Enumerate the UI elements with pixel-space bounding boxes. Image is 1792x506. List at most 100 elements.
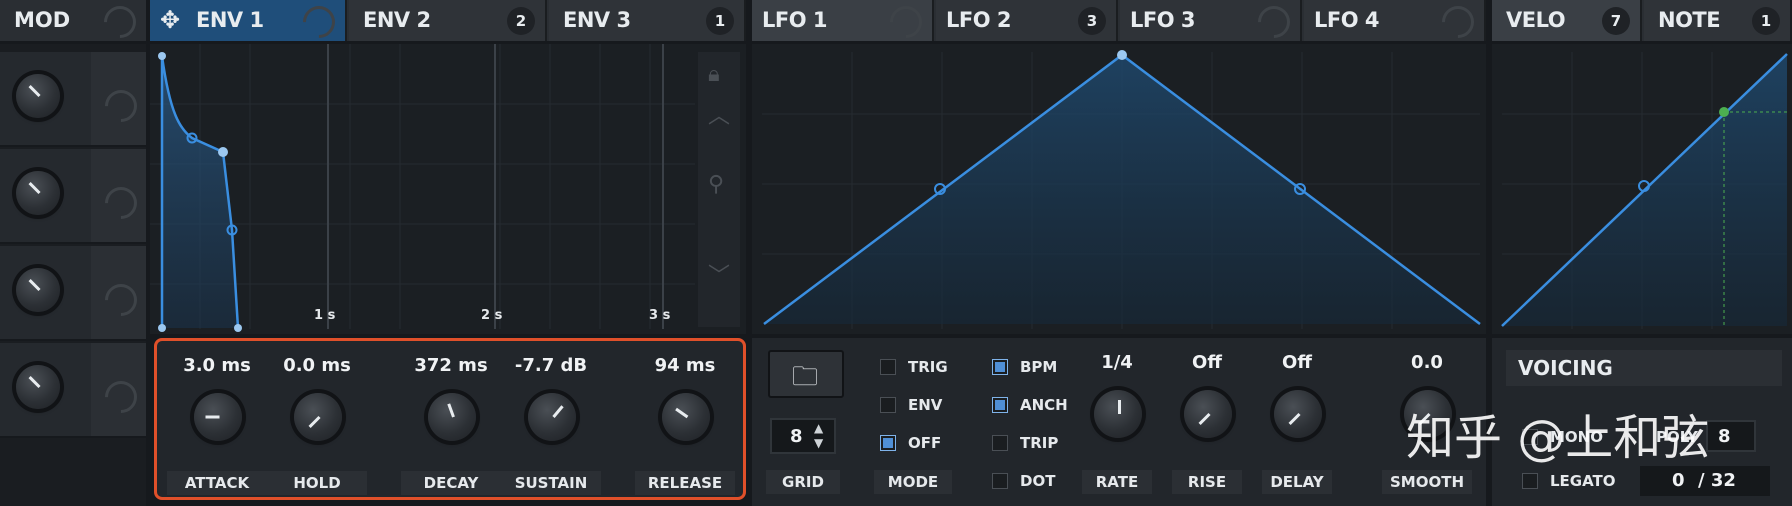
tab-lfo-1[interactable]: LFO 1 [752, 0, 934, 45]
tab-label: LFO 4 [1314, 8, 1380, 32]
tab-env-3[interactable]: ENV 3 1 [549, 0, 746, 41]
voice-count-display: 0 / 32 [1640, 466, 1770, 496]
env-checkbox[interactable] [880, 397, 896, 413]
release-knob[interactable] [662, 393, 710, 441]
off-checkbox[interactable] [880, 435, 896, 451]
hold-value: 0.0 ms [283, 355, 351, 376]
tab-label: ENV 2 [363, 8, 431, 32]
sustain-knob[interactable] [528, 393, 576, 441]
mod-target[interactable] [91, 149, 146, 242]
zoom-icon[interactable]: ⚲ [708, 172, 724, 197]
chevron-up-icon[interactable]: ︿ [708, 98, 730, 130]
hold-knob[interactable] [294, 393, 342, 441]
mod-knob[interactable] [16, 74, 60, 118]
lfo-graph[interactable] [752, 44, 1486, 334]
dot-label: DOT [1020, 472, 1056, 490]
tab-note[interactable]: NOTE 1 [1644, 0, 1792, 41]
decay-knob[interactable] [428, 393, 476, 441]
trig-checkbox[interactable] [880, 359, 896, 375]
velo-tabbar: VELO 7 NOTE 1 [1492, 0, 1792, 41]
voice-count: 0 [1672, 470, 1685, 491]
move-icon[interactable]: ✥ [160, 6, 180, 34]
trip-checkbox[interactable] [992, 435, 1008, 451]
rise-knob[interactable] [1184, 390, 1232, 438]
tab-lfo-2[interactable]: LFO 2 3 [936, 0, 1118, 41]
mod-slot[interactable] [0, 246, 146, 341]
tab-badge: 2 [507, 7, 535, 35]
poly-stepper[interactable]: 8 [1706, 420, 1756, 452]
mode-label: MODE [874, 470, 952, 494]
folder-icon: 🗀 [792, 362, 819, 392]
smooth-label: SMOOTH [1382, 470, 1472, 494]
mod-header: MOD [0, 0, 146, 45]
watermark: 知乎 @上和弦 [1406, 410, 1710, 466]
ring-icon [1251, 0, 1297, 45]
mod-target[interactable] [91, 52, 146, 145]
time-label: 1 s [314, 308, 336, 323]
mod-slots [0, 44, 146, 506]
tab-label: VELO [1506, 8, 1566, 32]
mod-slot[interactable] [0, 149, 146, 244]
anch-label: ANCH [1020, 396, 1068, 414]
tab-velo[interactable]: VELO 7 [1492, 0, 1642, 41]
release-value: 94 ms [654, 355, 716, 376]
decay-value: 372 ms [414, 355, 488, 376]
tab-badge: 1 [706, 7, 734, 35]
stepper-down-icon[interactable]: ▼ [814, 436, 823, 450]
mod-knob[interactable] [16, 171, 60, 215]
rate-value: 1/4 [1101, 352, 1133, 373]
delay-knob[interactable] [1274, 390, 1322, 438]
tab-env-1[interactable]: ✥ ENV 1 [150, 0, 347, 45]
lfo-tabbar: LFO 1 LFO 2 3 LFO 3 LFO 4 [752, 0, 1486, 45]
lock-icon[interactable]: 🔒︎ [708, 62, 720, 87]
tab-badge: 1 [1752, 7, 1780, 35]
mod-slot[interactable] [0, 343, 146, 438]
decay-label: DECAY [401, 471, 501, 495]
bpm-label: BPM [1020, 358, 1058, 376]
env-tabbar: ✥ ENV 1 ENV 2 2 ENV 3 1 [150, 0, 746, 45]
chevron-down-icon[interactable]: ﹀ [708, 258, 730, 290]
release-label: RELEASE [635, 471, 735, 495]
tab-env-2[interactable]: ENV 2 2 [349, 0, 547, 41]
mod-target[interactable] [91, 343, 146, 436]
preset-folder-button[interactable]: 🗀 [768, 350, 844, 398]
anch-checkbox[interactable] [992, 397, 1008, 413]
hold-label: HOLD [267, 471, 367, 495]
mod-target[interactable] [91, 246, 146, 339]
tab-badge: 3 [1078, 7, 1106, 35]
tab-label: ENV 1 [196, 8, 264, 32]
legato-checkbox[interactable] [1522, 473, 1538, 489]
mod-knob[interactable] [16, 268, 60, 312]
mod-title: MOD [14, 8, 71, 32]
lfo-controls: 🗀 8 ▲ ▼ GRID TRIG ENV OFF MODE BPM ANCH … [752, 338, 1486, 506]
trig-label: TRIG [908, 358, 948, 376]
time-label: 2 s [481, 308, 503, 323]
velocity-graph[interactable] [1492, 44, 1792, 334]
mod-knob[interactable] [16, 365, 60, 409]
poly-value: 8 [1718, 426, 1731, 447]
tab-label: LFO 2 [946, 8, 1012, 32]
tab-badge: 7 [1602, 7, 1630, 35]
env-label: ENV [908, 396, 943, 414]
tab-lfo-4[interactable]: LFO 4 [1304, 0, 1486, 45]
legato-label: LEGATO [1550, 472, 1616, 490]
time-label: 3 s [649, 308, 671, 323]
grid-stepper[interactable]: 8 ▲ ▼ [770, 418, 836, 454]
voice-max: / 32 [1698, 470, 1736, 491]
sustain-value: -7.7 dB [514, 355, 588, 376]
ring-icon [1435, 0, 1481, 45]
rate-knob[interactable] [1094, 390, 1142, 438]
bpm-checkbox[interactable] [992, 359, 1008, 375]
tab-label: LFO 1 [762, 8, 828, 32]
env-graph[interactable]: 1 s 2 s 3 s 🔒︎ ︿ ⚲ ﹀ [150, 44, 746, 334]
off-label: OFF [908, 434, 942, 452]
attack-label: ATTACK [167, 471, 267, 495]
grid-label: GRID [766, 470, 840, 494]
stepper-up-icon[interactable]: ▲ [814, 421, 823, 435]
dot-checkbox[interactable] [992, 473, 1008, 489]
attack-knob[interactable] [194, 393, 242, 441]
rate-label: RATE [1082, 470, 1152, 494]
ring-icon [883, 0, 929, 45]
mod-slot[interactable] [0, 52, 146, 147]
tab-lfo-3[interactable]: LFO 3 [1120, 0, 1302, 45]
